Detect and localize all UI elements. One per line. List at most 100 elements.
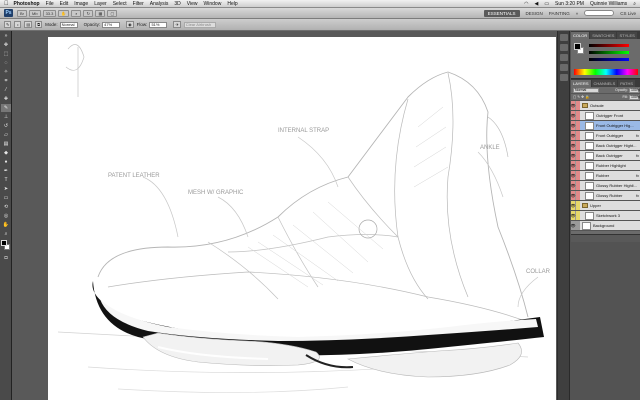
healing-brush-tool-icon[interactable]: ✚ [1, 95, 11, 103]
gradient-tool-icon[interactable]: ▤ [1, 140, 11, 148]
shape-tool-icon[interactable]: ▭ [1, 194, 11, 202]
spotlight-icon[interactable]: ⌕ [633, 1, 636, 7]
user-name[interactable]: Quinnie Williams [590, 1, 627, 7]
quick-mask-icon[interactable]: ◘ [1, 254, 11, 262]
mini-bridge-button[interactable]: Mb [29, 9, 41, 17]
layer-effects-icon[interactable]: fx [636, 193, 639, 198]
blur-tool-icon[interactable]: ◆ [1, 149, 11, 157]
dodge-tool-icon[interactable]: ● [1, 158, 11, 166]
history-panel-icon[interactable] [560, 34, 568, 41]
crop-tool-icon[interactable]: ⌗ [1, 77, 11, 85]
clone-source-panel-icon[interactable] [560, 64, 568, 71]
path-selection-tool-icon[interactable]: ➤ [1, 185, 11, 193]
clone-source-icon[interactable]: ⧉ [35, 21, 43, 28]
clear-airbrush-button[interactable]: Clear Airbrush [183, 21, 216, 28]
fill-field[interactable]: 100% [629, 94, 640, 100]
type-tool-icon[interactable]: T [1, 176, 11, 184]
layer-row[interactable]: 👁 Rubber fx [570, 171, 640, 181]
hand-tool-icon[interactable]: ✋ [58, 9, 70, 17]
tab-layers[interactable]: LAYERS [571, 80, 591, 87]
workspace-painting[interactable]: PAINTING [549, 11, 570, 16]
layer-effects-icon[interactable]: fx [636, 153, 639, 158]
tab-color[interactable]: COLOR [571, 32, 590, 39]
brush-panel-toggle-icon[interactable]: ▤ [24, 21, 33, 28]
color-ramp[interactable] [574, 69, 638, 75]
blend-mode-select[interactable]: Normal [573, 87, 599, 93]
layer-opacity-field[interactable]: 100% [629, 87, 640, 93]
history-brush-tool-icon[interactable]: ↺ [1, 122, 11, 130]
menu-help[interactable]: Help [227, 1, 237, 7]
3d-rotate-tool-icon[interactable]: ⟲ [1, 203, 11, 211]
brush-tool-icon[interactable]: ✎ [1, 104, 11, 112]
wifi-icon[interactable]: ◠ [524, 1, 528, 7]
layer-row[interactable]: 👁 Outrigger Front [570, 111, 640, 121]
clone-stamp-tool-icon[interactable]: ⊥ [1, 113, 11, 121]
eyedropper-tool-icon[interactable]: ⁄ [1, 86, 11, 94]
tab-channels[interactable]: CHANNELS [591, 80, 618, 87]
layer-row[interactable]: 👁 Back Outrigger Hight... [570, 141, 640, 151]
tab-styles[interactable]: STYLES [617, 32, 637, 39]
hand-tool-icon[interactable]: ✋ [1, 221, 11, 229]
menu-window[interactable]: Window [204, 1, 222, 7]
clock[interactable]: Sun 3:20 PM [555, 1, 584, 7]
menu-photoshop[interactable]: Photoshop [14, 1, 40, 7]
layer-group-row[interactable]: 👁 Outsole [570, 101, 640, 111]
layer-row[interactable]: 👁 Glossy Rubber fx [570, 191, 640, 201]
airbrush-icon[interactable]: ✈ [173, 21, 181, 28]
layer-group-row[interactable]: 👁 Upper [570, 201, 640, 211]
layer-row[interactable]: 👁 Rubber Highlight [570, 161, 640, 171]
brush-preset-icon[interactable]: ✎ [4, 21, 12, 28]
menu-select[interactable]: Select [113, 1, 127, 7]
menu-layer[interactable]: Layer [94, 1, 107, 7]
move-tool-icon[interactable]: ✥ [1, 41, 11, 49]
rotate-view-icon[interactable]: ↻ [83, 9, 94, 17]
marquee-tool-icon[interactable]: ⬚ [1, 50, 11, 58]
mode-select[interactable]: Normal [59, 21, 78, 28]
search-field[interactable] [584, 10, 615, 16]
menu-analysis[interactable]: Analysis [150, 1, 169, 7]
cs-live-button[interactable]: CS Live [620, 11, 636, 16]
red-slider[interactable] [589, 44, 629, 47]
menu-file[interactable]: File [46, 1, 54, 7]
layer-row[interactable]: 👁 Front Outrigger fx [570, 131, 640, 141]
layer-effects-icon[interactable]: fx [636, 133, 639, 138]
green-slider[interactable] [589, 51, 629, 54]
workspace-essentials[interactable]: ESSENTIALS [483, 9, 520, 17]
menu-view[interactable]: View [187, 1, 198, 7]
collapse-toolbox-icon[interactable]: » [1, 32, 11, 40]
tab-swatches[interactable]: SWATCHES [590, 32, 617, 39]
blue-slider[interactable] [589, 58, 629, 61]
lasso-tool-icon[interactable]: ◌ [1, 59, 11, 67]
foreground-color-swatch[interactable] [1, 240, 7, 246]
apple-icon[interactable]:  [4, 1, 9, 7]
quick-select-tool-icon[interactable]: ✧ [1, 68, 11, 76]
battery-icon[interactable]: ▭ [544, 1, 549, 7]
workspace-design[interactable]: DESIGN [526, 11, 543, 16]
bridge-button[interactable]: Br [17, 9, 27, 17]
zoom-tool-icon[interactable]: ⌕ [71, 9, 82, 17]
document-canvas[interactable]: INTERNAL STRAP PATENT LEATHER MESH W/ GR… [48, 37, 556, 400]
pressure-opacity-icon[interactable]: ◉ [126, 21, 134, 28]
layer-row[interactable]: 👁 Background [570, 221, 640, 231]
panel-foreground-swatch[interactable] [574, 43, 581, 50]
brush-panel-icon[interactable] [560, 54, 568, 61]
brush-size-picker[interactable]: • [14, 21, 22, 28]
tab-paths[interactable]: PATHS [618, 80, 636, 87]
layer-row[interactable]: 👁 Sketchwork 3 [570, 211, 640, 221]
zoom-level[interactable]: 33.3 [42, 9, 57, 17]
layer-row[interactable]: 👁 Glossy Rubber Highli... [570, 181, 640, 191]
menu-edit[interactable]: Edit [60, 1, 69, 7]
menu-3d[interactable]: 3D [174, 1, 180, 7]
arrange-documents-button[interactable]: ▦ [95, 9, 106, 17]
lock-icons[interactable]: ▢ ✎ ✥ 🔒 [573, 95, 589, 99]
zoom-tool-icon[interactable]: ⌕ [1, 230, 11, 238]
layer-row[interactable]: 👁 Front Outrigger Hig... [570, 121, 640, 131]
eraser-tool-icon[interactable]: ▱ [1, 131, 11, 139]
screen-mode-button[interactable]: ▢ [107, 9, 118, 17]
volume-icon[interactable]: ◀ [534, 1, 538, 7]
layer-row[interactable]: 👁 Back Outrigger fx [570, 151, 640, 161]
flow-field[interactable]: 51% [149, 21, 168, 28]
opacity-field[interactable]: 47% [102, 21, 121, 28]
actions-panel-icon[interactable] [560, 44, 568, 51]
menu-image[interactable]: Image [74, 1, 88, 7]
